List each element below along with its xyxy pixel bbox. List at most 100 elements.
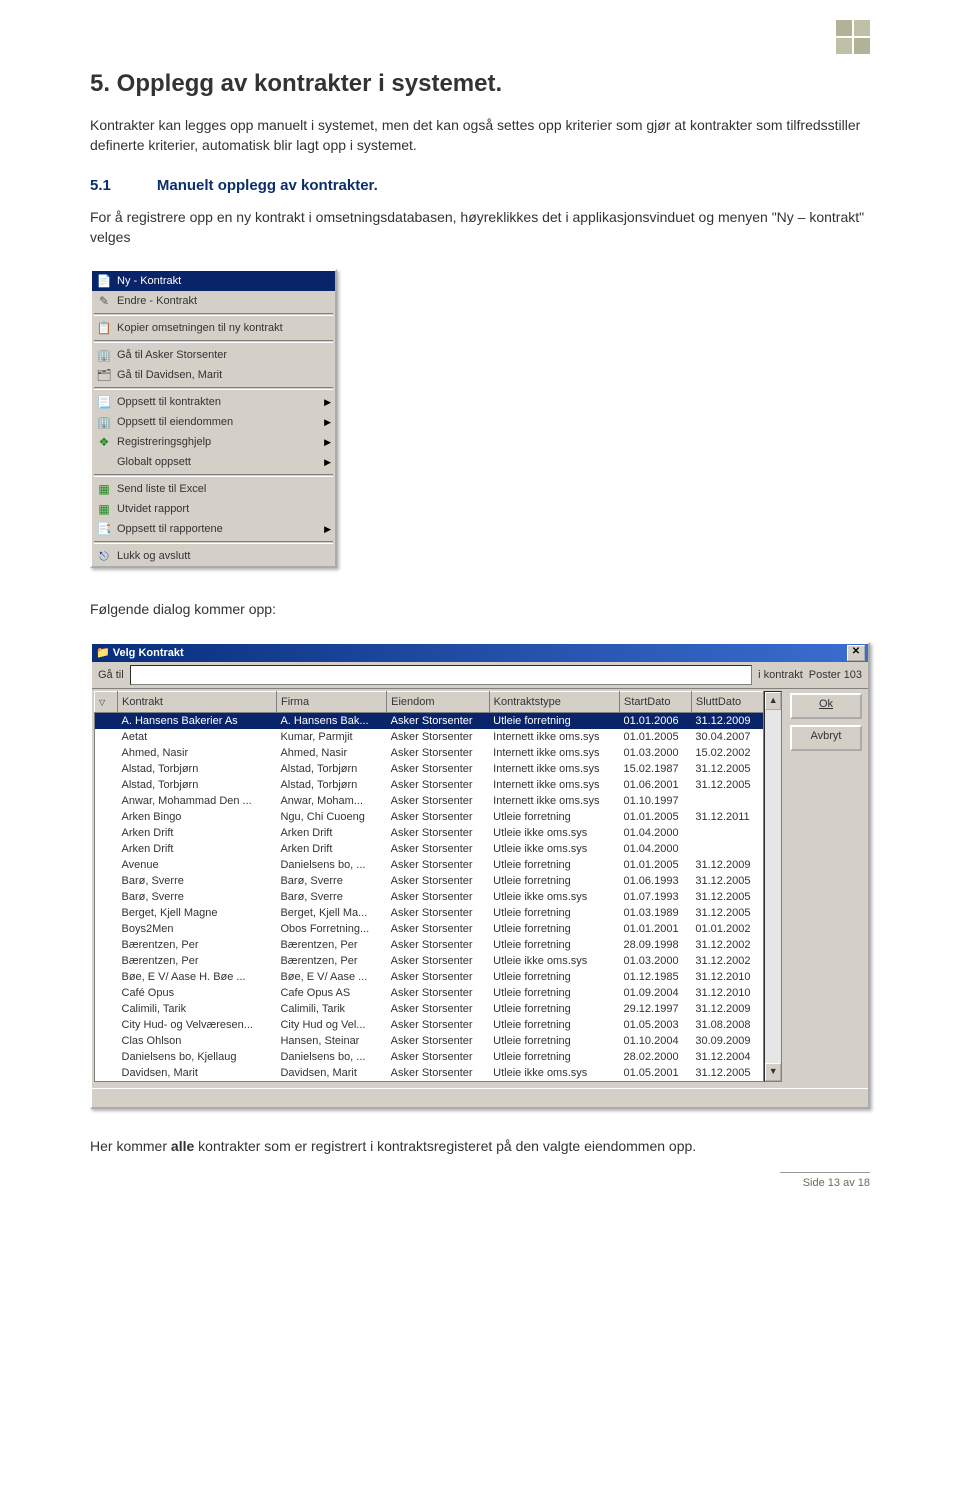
menu-item[interactable]: ✎ Endre - Kontrakt (92, 291, 335, 311)
table-row[interactable]: Berget, Kjell MagneBerget, Kjell Ma...As… (95, 905, 764, 921)
edit-icon: ✎ (95, 293, 113, 309)
menu-item[interactable]: ▦ Send liste til Excel (92, 479, 335, 499)
dialog-statusbar (92, 1088, 868, 1107)
table-row[interactable]: Clas OhlsonHansen, SteinarAsker Storsent… (95, 1033, 764, 1049)
menu-item-label: Gå til Davidsen, Marit (117, 369, 331, 381)
subsection-number: 5.1 (90, 177, 111, 194)
menu-item-label: Send liste til Excel (117, 483, 331, 495)
menu-item-label: Lukk og avslutt (117, 550, 331, 562)
table-row[interactable]: Calimili, TarikCalimili, TarikAsker Stor… (95, 1001, 764, 1017)
table-row[interactable]: Café OpusCafe Opus ASAsker StorsenterUtl… (95, 985, 764, 1001)
table-row[interactable]: Barø, SverreBarø, SverreAsker Storsenter… (95, 889, 764, 905)
table-row[interactable]: Danielsens bo, KjellaugDanielsens bo, ..… (95, 1049, 764, 1065)
menu-item-label: Oppsett til rapportene (117, 523, 324, 535)
in-contract-label: i kontrakt (758, 669, 803, 681)
goto-input[interactable] (130, 665, 752, 685)
paragraph-3: Følgende dialog kommer opp: (90, 600, 870, 620)
bld-icon: 🏢 (95, 414, 113, 430)
menu-item[interactable]: 🏢 Oppsett til eiendommen▶ (92, 412, 335, 432)
subsection-title: Manuelt opplegg av kontrakter. (157, 177, 378, 194)
menu-item-label: Utvidet rapport (117, 503, 331, 515)
table-row[interactable]: Alstad, TorbjørnAlstad, TorbjørnAsker St… (95, 777, 764, 793)
close-icon[interactable]: ✕ (847, 645, 865, 661)
rep-icon: 📑 (95, 521, 113, 537)
context-menu: 📄 Ny - Kontrakt ✎ Endre - Kontrakt 📋Kopier o… (90, 269, 337, 568)
menu-item[interactable]: ⎋ Lukk og avslutt (92, 546, 335, 566)
column-header[interactable]: SluttDato (691, 691, 764, 712)
table-row[interactable]: Arken BingoNgu, Chi CuoengAsker Storsent… (95, 809, 764, 825)
table-row[interactable]: Anwar, Mohammad Den ...Anwar, Moham...As… (95, 793, 764, 809)
menu-item[interactable]: ▦ Utvidet rapport (92, 499, 335, 519)
section-title: 5. Opplegg av kontrakter i systemet. (90, 70, 870, 98)
menu-separator (94, 387, 333, 390)
copy-icon: 📋 (95, 320, 113, 336)
menu-item-label: Endre - Kontrakt (117, 295, 331, 307)
column-header[interactable]: StartDato (620, 691, 692, 712)
table-row[interactable]: Boys2MenObos Forretning...Asker Storsent… (95, 921, 764, 937)
column-header[interactable]: Kontraktstype (489, 691, 619, 712)
help-icon: ❖ (95, 434, 113, 450)
scroll-down-icon[interactable]: ▼ (765, 1063, 781, 1081)
table-row[interactable]: Bøe, E V/ Aase H. Bøe ...Bøe, E V/ Aase … (95, 969, 764, 985)
menu-item[interactable]: Globalt oppsett▶ (92, 452, 335, 472)
folder-icon: 📁 (96, 646, 110, 659)
page-number: Side 13 av 18 (780, 1172, 870, 1189)
column-header[interactable]: ▽ (95, 691, 118, 712)
table-row[interactable]: AetatKumar, ParmjitAsker StorsenterInter… (95, 729, 764, 745)
table-row[interactable]: AvenueDanielsens bo, ...Asker Storsenter… (95, 857, 764, 873)
dialog-title: Velg Kontrakt (113, 647, 184, 659)
page-icon: 📃 (95, 394, 113, 410)
menu-item-label: Ny - Kontrakt (117, 275, 331, 287)
select-contract-dialog: 📁 Velg Kontrakt ✕ Gå til i kontrakt Post… (90, 642, 870, 1109)
submenu-arrow-icon: ▶ (324, 457, 331, 468)
menu-separator (94, 474, 333, 477)
menu-item[interactable]: 📑 Oppsett til rapportene▶ (92, 519, 335, 539)
card-icon: 🗂 (95, 367, 113, 383)
menu-item-label: Oppsett til kontrakten (117, 396, 324, 408)
menu-item-label: Gå til Asker Storsenter (117, 349, 331, 361)
menu-separator (94, 313, 333, 316)
table-row[interactable]: Davidsen, MaritDavidsen, MaritAsker Stor… (95, 1065, 764, 1082)
menu-separator (94, 340, 333, 343)
blank-icon (95, 454, 113, 470)
posts-count: Poster 103 (809, 669, 862, 681)
menu-item-label: Oppsett til eiendommen (117, 416, 324, 428)
submenu-arrow-icon: ▶ (324, 524, 331, 535)
menu-item[interactable]: 🗂 Gå til Davidsen, Marit (92, 365, 335, 385)
column-header[interactable]: Firma (276, 691, 386, 712)
ok-button[interactable]: Ok (790, 693, 862, 719)
menu-item-label: Registreringsghjelp (117, 436, 324, 448)
menu-item[interactable]: 🏢 Gå til Asker Storsenter (92, 345, 335, 365)
decorative-corner-block (836, 20, 870, 54)
menu-item[interactable]: 📄 Ny - Kontrakt (92, 271, 335, 291)
xlsx-icon: ▦ (95, 501, 113, 517)
menu-item[interactable]: ❖ Registreringsghjelp▶ (92, 432, 335, 452)
cancel-button[interactable]: Avbryt (790, 725, 862, 751)
table-row[interactable]: Bærentzen, PerBærentzen, PerAsker Storse… (95, 953, 764, 969)
column-header[interactable]: Kontrakt (118, 691, 277, 712)
table-row[interactable]: Ahmed, NasirAhmed, NasirAsker Storsenter… (95, 745, 764, 761)
doc-icon: 📄 (95, 273, 113, 289)
xlsx-icon: ▦ (95, 481, 113, 497)
bld-icon: 🏢 (95, 347, 113, 363)
scroll-up-icon[interactable]: ▲ (765, 692, 781, 710)
table-row[interactable]: Arken DriftArken DriftAsker StorsenterUt… (95, 825, 764, 841)
submenu-arrow-icon: ▶ (324, 437, 331, 448)
contracts-table[interactable]: ▽KontraktFirmaEiendomKontraktstypeStartD… (94, 691, 764, 1082)
goto-label: Gå til (98, 669, 124, 681)
column-header[interactable]: Eiendom (387, 691, 490, 712)
table-row[interactable]: Barø, SverreBarø, SverreAsker Storsenter… (95, 873, 764, 889)
paragraph-2: For å registrere opp en ny kontrakt i om… (90, 208, 870, 247)
table-row[interactable]: Alstad, TorbjørnAlstad, TorbjørnAsker St… (95, 761, 764, 777)
submenu-arrow-icon: ▶ (324, 397, 331, 408)
menu-item[interactable]: 📋Kopier omsetningen til ny kontrakt (92, 318, 335, 338)
submenu-arrow-icon: ▶ (324, 417, 331, 428)
vertical-scrollbar[interactable]: ▲ ▼ (764, 691, 782, 1082)
dialog-titlebar[interactable]: 📁 Velg Kontrakt ✕ (92, 644, 868, 662)
table-row[interactable]: City Hud- og Velværesen...City Hud og Ve… (95, 1017, 764, 1033)
table-row[interactable]: A. Hansens Bakerier AsA. Hansens Bak...A… (95, 712, 764, 729)
exit-icon: ⎋ (95, 548, 113, 564)
table-row[interactable]: Bærentzen, PerBærentzen, PerAsker Storse… (95, 937, 764, 953)
table-row[interactable]: Arken DriftArken DriftAsker StorsenterUt… (95, 841, 764, 857)
menu-item[interactable]: 📃 Oppsett til kontrakten▶ (92, 392, 335, 412)
